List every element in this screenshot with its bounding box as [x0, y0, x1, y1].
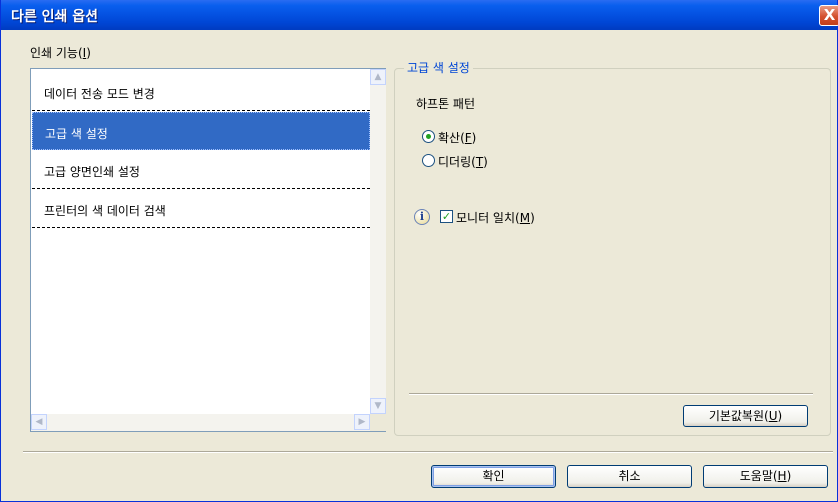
horizontal-scrollbar[interactable]: ◀ ▶	[31, 414, 370, 431]
list-item-advanced-duplex[interactable]: 고급 양면인쇄 설정	[32, 151, 370, 189]
list-item-data-transfer-mode[interactable]: 데이터 전송 모드 변경	[32, 73, 370, 111]
list-item-advanced-color[interactable]: 고급 색 설정	[32, 112, 370, 150]
reset-defaults-button[interactable]: 기본값복원(U)	[683, 405, 808, 427]
scrollbar-corner	[370, 414, 386, 431]
list-item-printer-color-data[interactable]: 프린터의 색 데이터 검색	[32, 190, 370, 228]
diffusion-label[interactable]: 확산(F)	[438, 129, 476, 146]
help-button[interactable]: 도움말(H)	[703, 465, 828, 488]
radio-diffusion[interactable]	[422, 130, 435, 143]
scroll-left-icon[interactable]: ◀	[31, 414, 47, 430]
cancel-button[interactable]: 취소	[567, 465, 692, 488]
footer-separator	[23, 451, 833, 453]
dialog-window: 다른 인쇄 옵션 X 인쇄 기능(I) 데이터 전송 모드 변경 고급 색 설정…	[0, 0, 838, 502]
window-title: 다른 인쇄 옵션	[11, 9, 99, 25]
close-icon: X	[823, 6, 836, 24]
dithering-label[interactable]: 디더링(T)	[438, 153, 488, 170]
advanced-color-group	[394, 68, 831, 436]
info-icon: i	[414, 209, 430, 225]
halftone-pattern-label: 하프톤 패턴	[416, 97, 476, 111]
vertical-scrollbar[interactable]: ▲ ▼	[370, 69, 386, 414]
print-functions-list[interactable]: 데이터 전송 모드 변경 고급 색 설정 고급 양면인쇄 설정 프린터의 색 데…	[30, 68, 386, 432]
scroll-right-icon[interactable]: ▶	[354, 414, 370, 430]
ok-button[interactable]: 확인	[431, 465, 556, 488]
monitor-match-label[interactable]: 모니터 일치(M)	[456, 209, 535, 226]
radio-dithering[interactable]	[422, 154, 435, 167]
print-functions-label: 인쇄 기능(I)	[30, 46, 91, 60]
checkmark-icon: ✓	[441, 210, 452, 223]
group-title: 고급 색 설정	[404, 59, 473, 76]
title-bar[interactable]: 다른 인쇄 옵션 X	[1, 0, 838, 30]
group-separator	[409, 393, 813, 395]
radio-dot-icon	[426, 134, 431, 139]
close-button[interactable]: X	[819, 5, 838, 26]
scroll-up-icon[interactable]: ▲	[370, 69, 386, 85]
scroll-down-icon[interactable]: ▼	[370, 398, 386, 414]
monitor-match-checkbox[interactable]: ✓	[440, 210, 453, 223]
